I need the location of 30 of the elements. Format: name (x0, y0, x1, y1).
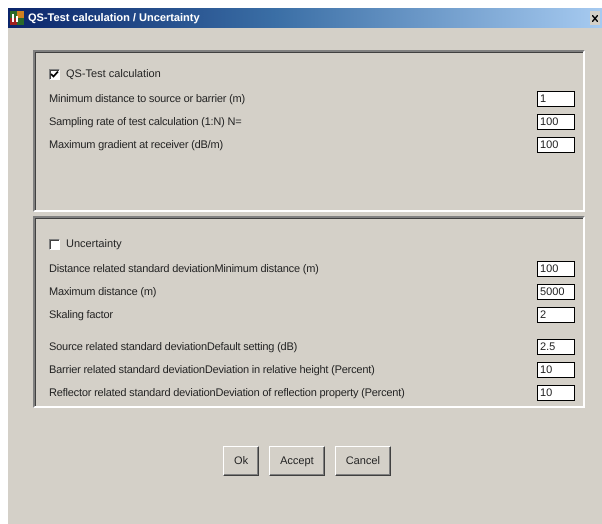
checkbox-label: QS-Test calculation (66, 68, 161, 80)
input-field[interactable]: 100 (537, 114, 575, 130)
dialog-button[interactable]: Accept (269, 446, 325, 476)
field-label: Maximum distance (m) (49, 286, 156, 298)
field-label: Barrier related standard deviationDeviation in relative height (Percent) (49, 364, 375, 376)
checkbox[interactable] (49, 68, 60, 80)
check-icon (50, 70, 59, 78)
field-label: Skaling factor (49, 309, 113, 321)
field-label: Maximum gradient at receiver (dB/m) (49, 139, 223, 151)
field-label: Source related standard deviationDefault setting (dB) (49, 341, 298, 353)
checkbox-label: Uncertainty (66, 238, 122, 250)
dialog-button[interactable]: Ok (223, 446, 260, 476)
window-title: QS-Test calculation / Uncertainty (28, 12, 201, 24)
input-field[interactable]: 1 (537, 91, 575, 107)
field-label: Reflector related standard deviationDeviation of reflection property (Percent) (49, 387, 405, 399)
checkbox[interactable] (49, 238, 60, 250)
field-label: Minimum distance to source or barrier (m) (49, 93, 245, 105)
dialog-button[interactable]: Cancel (334, 446, 391, 476)
close-button[interactable] (590, 11, 600, 25)
input-field[interactable]: 100 (537, 137, 575, 153)
app-icon (10, 11, 24, 25)
input-field[interactable]: 100 (537, 261, 575, 277)
close-icon (592, 14, 598, 22)
input-field[interactable]: 2.5 (537, 339, 575, 355)
input-field[interactable]: 2 (537, 307, 575, 323)
input-field[interactable]: 5000 (537, 284, 575, 300)
field-label: Sampling rate of test calculation (1:N) N= (49, 116, 242, 128)
field-label: Distance related standard deviationMinimum distance (m) (49, 263, 319, 275)
input-field[interactable]: 10 (537, 362, 575, 378)
input-field[interactable]: 10 (537, 385, 575, 401)
